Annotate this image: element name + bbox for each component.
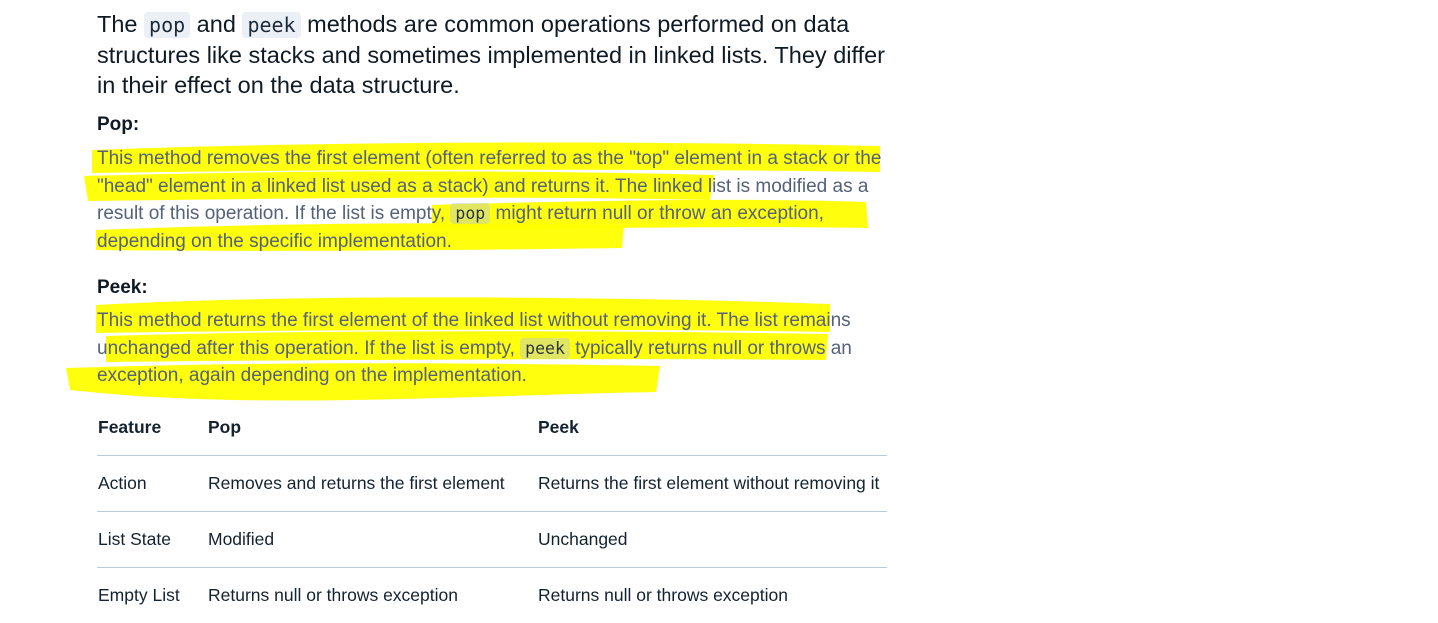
- inline-code-pop: pop: [450, 203, 491, 224]
- table-cell: Returns null or throws exception: [208, 585, 458, 605]
- table-row: Empty List Returns null or throws except…: [97, 568, 887, 623]
- table-cell: Returns the first element without removi…: [537, 455, 887, 512]
- peek-paragraph: This method returns the first element of…: [97, 307, 887, 390]
- inline-code-peek: peek: [242, 12, 301, 38]
- table-cell: Modified: [207, 511, 537, 568]
- intro-text: The: [97, 11, 145, 37]
- table-cell: List State: [97, 511, 207, 568]
- intro-text: and: [190, 11, 243, 37]
- table-row: List State Modified Unchanged: [97, 511, 887, 568]
- column-header-pop: Pop: [207, 400, 537, 456]
- comparison-table: Feature Pop Peek Action Removes and retu…: [97, 400, 887, 623]
- peek-heading: Peek:: [97, 277, 148, 298]
- pop-heading: Pop:: [97, 114, 140, 135]
- column-header-feature: Feature: [97, 400, 207, 456]
- table-row: Action Removes and returns the first ele…: [97, 455, 887, 512]
- inline-code-peek: peek: [520, 337, 570, 359]
- pop-paragraph: This method removes the first element (o…: [97, 145, 887, 255]
- table-cell: Removes and returns the first element: [207, 455, 537, 512]
- table-header-row: Feature Pop Peek: [97, 400, 887, 456]
- inline-code-pop: pop: [144, 12, 191, 38]
- table-cell: Returns null or throws exception: [538, 585, 788, 605]
- column-header-peek: Peek: [537, 400, 887, 456]
- table-cell: Action: [97, 455, 207, 512]
- table-cell: Empty List: [98, 585, 180, 605]
- intro-paragraph: The pop and peek methods are common oper…: [97, 9, 887, 100]
- table-cell: Unchanged: [537, 511, 887, 568]
